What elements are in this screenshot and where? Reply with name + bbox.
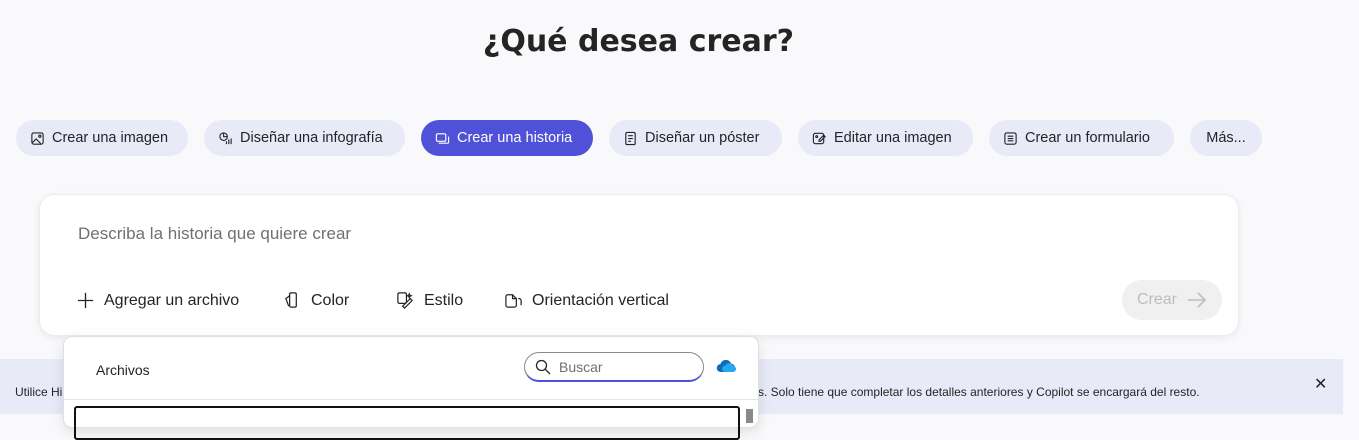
file-search-input[interactable] — [557, 357, 691, 376]
color-swatch-icon — [285, 292, 297, 308]
add-file-button[interactable]: Agregar un archivo — [76, 291, 239, 310]
chip-label: Diseñar un póster — [645, 130, 760, 146]
add-file-label: Agregar un archivo — [104, 291, 240, 309]
chip-create-image[interactable]: Crear una imagen — [16, 120, 188, 156]
prompt-card: Agregar un archivo Color Estilo Orientac… — [40, 195, 1238, 335]
file-list-scrollbar[interactable] — [746, 403, 754, 427]
style-brush-icon — [397, 292, 414, 309]
chip-edit-image[interactable]: Editar una imagen — [798, 120, 973, 156]
chip-design-infographic[interactable]: Diseñar una infografía — [204, 120, 405, 156]
orientation-button[interactable]: Orientación vertical — [504, 291, 669, 310]
create-label: Crear — [1136, 291, 1177, 308]
file-list-focus-box[interactable] — [74, 406, 740, 440]
chip-label: Crear una imagen — [52, 130, 169, 146]
chip-more[interactable]: Más... — [1190, 120, 1262, 156]
chip-label: Crear una historia — [457, 130, 573, 146]
banner-text-end: s. Solo tiene que completar los detalles… — [758, 385, 1200, 399]
search-icon — [535, 359, 551, 374]
orientation-icon — [505, 294, 522, 308]
file-picker-title: Archivos — [96, 362, 150, 378]
color-label: Color — [311, 291, 350, 309]
poster-icon — [625, 131, 636, 145]
chip-label: Más... — [1206, 130, 1246, 146]
edit-image-icon — [812, 132, 826, 144]
infographic-icon — [219, 131, 232, 144]
onedrive-cloud-icon[interactable] — [716, 359, 736, 373]
chip-label: Diseñar una infografía — [240, 130, 383, 146]
scrollbar-thumb[interactable] — [746, 409, 753, 423]
color-button[interactable]: Color — [283, 291, 349, 310]
chip-label: Crear un formulario — [1025, 130, 1150, 146]
page-title: ¿Qué desea crear? — [482, 24, 795, 59]
chip-create-story[interactable]: Crear una historia — [421, 120, 593, 156]
chip-design-poster[interactable]: Diseñar un póster — [609, 120, 782, 156]
style-label: Estilo — [424, 291, 464, 309]
file-picker-divider — [64, 399, 758, 400]
create-button[interactable]: Crear — [1122, 280, 1222, 320]
image-icon — [31, 131, 44, 145]
banner-text-start: Utilice Hi — [15, 385, 63, 399]
story-icon — [435, 132, 450, 144]
form-icon — [1004, 131, 1017, 145]
close-icon[interactable]: ✕ — [1314, 374, 1327, 394]
arrow-right-icon — [1188, 292, 1207, 308]
file-search-box[interactable] — [524, 352, 704, 382]
chip-label: Editar una imagen — [834, 130, 952, 146]
chip-create-form[interactable]: Crear un formulario — [989, 120, 1174, 156]
orientation-label: Orientación vertical — [532, 291, 669, 309]
style-button[interactable]: Estilo — [396, 291, 463, 310]
plus-icon — [77, 292, 94, 309]
story-prompt-input[interactable] — [76, 223, 980, 245]
